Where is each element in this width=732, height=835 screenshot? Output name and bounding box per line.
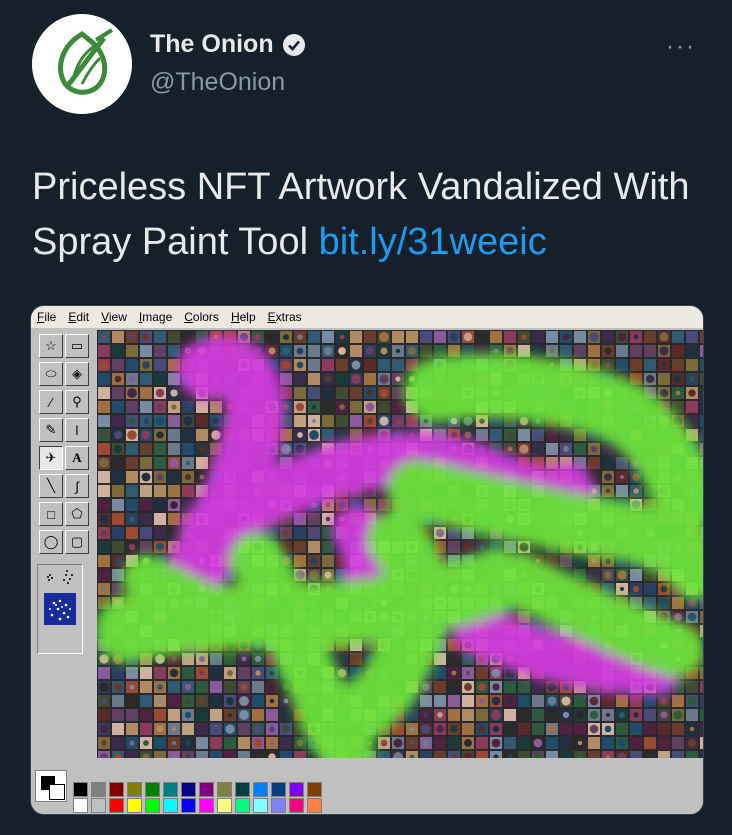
- palette-swatch-top-6[interactable]: [181, 782, 196, 797]
- author-name-row[interactable]: The Onion: [150, 30, 306, 59]
- palette-swatch-top-8[interactable]: [217, 782, 232, 797]
- palette-swatch-top-2[interactable]: [109, 782, 124, 797]
- palette-swatch-top-7[interactable]: [199, 782, 214, 797]
- palette-swatch-top-0[interactable]: [73, 782, 88, 797]
- more-options-icon[interactable]: ···: [666, 33, 696, 61]
- paint-menubar: File Edit View Image Colors Help Extras: [31, 306, 703, 328]
- rounded-rect-icon[interactable]: ▢: [65, 530, 89, 554]
- rect-select-icon[interactable]: ▭: [65, 334, 89, 358]
- palette-swatch-bottom-0[interactable]: [73, 798, 88, 813]
- palette-swatch-top-12[interactable]: [289, 782, 304, 797]
- palette-swatch-top-11[interactable]: [271, 782, 286, 797]
- author-name[interactable]: The Onion: [150, 30, 274, 59]
- spray-paint-strokes: [97, 335, 703, 758]
- color-picker-icon[interactable]: ∕: [39, 390, 63, 414]
- palette-swatch-bottom-1[interactable]: [91, 798, 106, 813]
- background-color: [49, 784, 65, 800]
- verified-badge-icon: [282, 33, 305, 56]
- paint-toolbox: ☆ ▭ ⬭ ◈ ∕ ⚲ ✎ ǀ ✈ A ╲ ∫ □ ⬠ ◯ ▢: [35, 330, 93, 750]
- palette-swatch-bottom-8[interactable]: [217, 798, 232, 813]
- magnifier-icon[interactable]: ⚲: [65, 390, 89, 414]
- airbrush-size-icon: [44, 570, 76, 625]
- palette-swatch-bottom-3[interactable]: [127, 798, 142, 813]
- palette-swatch-bottom-6[interactable]: [181, 798, 196, 813]
- menu-extras[interactable]: Extras: [262, 310, 308, 324]
- tool-options-panel: [37, 564, 83, 654]
- menu-colors[interactable]: Colors: [178, 310, 225, 324]
- menu-view[interactable]: View: [95, 310, 133, 324]
- onion-logo-icon: [32, 14, 132, 114]
- menu-help[interactable]: Help: [225, 310, 262, 324]
- palette-swatch-top-9[interactable]: [235, 782, 250, 797]
- palette-swatch-bottom-11[interactable]: [271, 798, 286, 813]
- current-colors[interactable]: [35, 770, 67, 802]
- palette-swatch-bottom-7[interactable]: [199, 798, 214, 813]
- line-icon[interactable]: ╲: [39, 474, 63, 498]
- fill-bucket-icon[interactable]: ◈: [65, 362, 89, 386]
- rectangle-icon[interactable]: □: [39, 502, 63, 526]
- pencil-icon[interactable]: ✎: [39, 418, 63, 442]
- eraser-icon[interactable]: ⬭: [39, 362, 63, 386]
- tweet-link[interactable]: bit.ly/31weeic: [319, 221, 547, 263]
- palette-swatch-top-13[interactable]: [307, 782, 322, 797]
- palette-swatch-top-4[interactable]: [145, 782, 160, 797]
- green-stroke: [122, 555, 232, 635]
- polygon-icon[interactable]: ⬠: [65, 502, 89, 526]
- color-palette: [31, 764, 703, 814]
- palette-swatch-bottom-10[interactable]: [253, 798, 268, 813]
- palette-swatch-bottom-4[interactable]: [145, 798, 160, 813]
- palette-swatch-top-1[interactable]: [91, 782, 106, 797]
- palette-swatch-bottom-13[interactable]: [307, 798, 322, 813]
- ellipse-icon[interactable]: ◯: [39, 530, 63, 554]
- palette-swatch-top-10[interactable]: [253, 782, 268, 797]
- nft-artwork-canvas[interactable]: [97, 330, 703, 758]
- palette-swatch-top-5[interactable]: [163, 782, 178, 797]
- free-form-select-icon[interactable]: ☆: [39, 334, 63, 358]
- menu-file[interactable]: File: [31, 310, 62, 324]
- brush-icon[interactable]: ǀ: [65, 418, 89, 442]
- menu-edit[interactable]: Edit: [62, 310, 95, 324]
- author-handle[interactable]: @TheOnion: [150, 68, 285, 97]
- palette-swatch-bottom-9[interactable]: [235, 798, 250, 813]
- text-tool-icon[interactable]: A: [65, 446, 89, 470]
- tweet-text: Priceless NFT Artwork Vandalized With Sp…: [32, 160, 712, 270]
- palette-swatch-bottom-5[interactable]: [163, 798, 178, 813]
- airbrush-icon[interactable]: ✈: [39, 446, 63, 470]
- palette-swatch-bottom-2[interactable]: [109, 798, 124, 813]
- menu-image[interactable]: Image: [133, 310, 178, 324]
- curve-icon[interactable]: ∫: [65, 474, 89, 498]
- avatar[interactable]: [32, 14, 132, 114]
- palette-swatch-top-3[interactable]: [127, 782, 142, 797]
- palette-swatch-bottom-12[interactable]: [289, 798, 304, 813]
- tweet-media-image[interactable]: File Edit View Image Colors Help Extras ☆ ▭ ⬭ ◈ ∕ ⚲…: [30, 305, 704, 815]
